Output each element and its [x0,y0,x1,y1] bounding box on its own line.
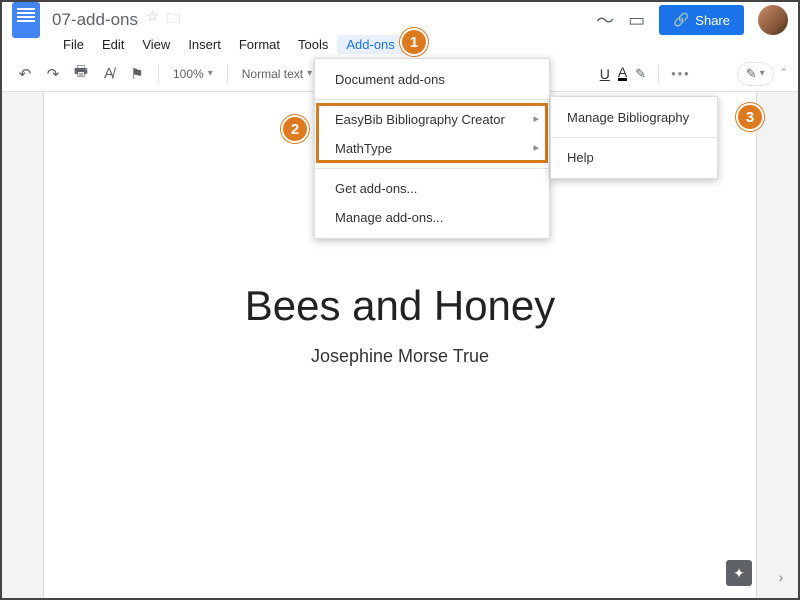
menu-file[interactable]: File [54,35,93,54]
activity-icon[interactable]: 〜 [596,7,614,33]
menu-insert[interactable]: Insert [179,35,230,54]
title-icons: ☆ 🗀 [146,8,181,32]
undo-button[interactable]: ↶ [14,63,36,85]
document-subtitle[interactable]: Josephine Morse True [44,346,756,367]
chevron-down-icon: ▾ [208,68,213,79]
menu-mathtype[interactable]: MathType [315,134,549,163]
menu-view[interactable]: View [133,35,179,54]
menu-manage-addons[interactable]: Manage add-ons... [315,203,549,232]
chevron-down-icon: ▾ [307,68,312,79]
title-bar: 07-add-ons ☆ 🗀 〜 ▭ 🔗 Share [2,2,798,32]
chevron-down-icon: ▾ [760,68,765,79]
collapse-toolbar-button[interactable]: ˆ [782,66,786,81]
star-icon[interactable]: ☆ [146,8,159,32]
submenu-help[interactable]: Help [551,143,717,172]
docs-logo-icon[interactable] [12,2,40,38]
text-color-button[interactable]: A [618,66,627,81]
share-label: Share [695,13,730,28]
callout-2: 2 [281,115,309,143]
account-avatar[interactable] [758,5,788,35]
submenu-manage-bibliography[interactable]: Manage Bibliography [551,103,717,132]
menu-document-addons[interactable]: Document add-ons [315,65,549,94]
addons-dropdown: Document add-ons EasyBib Bibliography Cr… [314,58,550,239]
menu-get-addons[interactable]: Get add-ons... [315,174,549,203]
zoom-select[interactable]: 100%▾ [169,67,217,81]
callout-3: 3 [736,103,764,131]
highlight-button[interactable]: ✎ [635,66,646,82]
print-button[interactable]: 🖶 [70,63,92,85]
document-title[interactable]: 07-add-ons [52,10,138,30]
menu-tools[interactable]: Tools [289,35,337,54]
paint-format-button[interactable]: ⚑ [126,63,148,85]
redo-button[interactable]: ↷ [42,63,64,85]
menu-edit[interactable]: Edit [93,35,133,54]
easybib-submenu: Manage Bibliography Help [550,96,718,179]
editing-mode-button[interactable]: ✎▾ [737,62,774,86]
document-heading[interactable]: Bees and Honey [44,282,756,330]
spellcheck-button[interactable]: A̸ [98,63,120,85]
comments-icon[interactable]: ▭ [628,10,645,31]
callout-1: 1 [400,28,428,56]
pencil-icon: ✎ [746,66,757,82]
share-icon: 🔗 [673,12,689,28]
explore-button[interactable]: ✦ [726,560,752,586]
menu-easybib[interactable]: EasyBib Bibliography Creator [315,105,549,134]
folder-icon[interactable]: 🗀 [167,8,181,32]
more-toolbar-button[interactable]: ••• [671,66,691,81]
underline-button[interactable]: U [600,66,610,82]
share-button[interactable]: 🔗 Share [659,5,744,35]
scroll-right-button[interactable]: › [772,568,790,586]
menu-format[interactable]: Format [230,35,289,54]
paragraph-style-select[interactable]: Normal text▾ [238,67,316,81]
menu-add-ons[interactable]: Add-ons [337,35,403,54]
